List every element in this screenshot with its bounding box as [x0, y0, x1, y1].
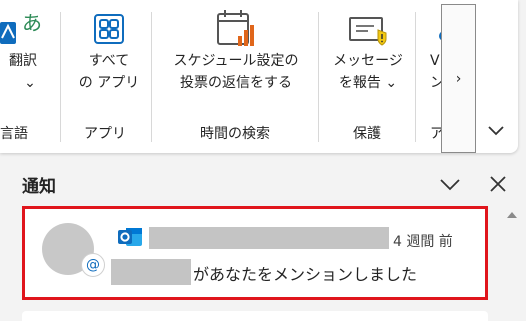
redacted-name [111, 259, 191, 285]
all-apps-label-2: の アプリ [78, 75, 140, 91]
chevron-right-icon: › [455, 70, 462, 87]
notification-card-next[interactable] [22, 311, 488, 321]
svg-text:あ: あ [22, 11, 42, 35]
pane-close-button[interactable] [486, 172, 510, 196]
scheduling-poll-button[interactable]: スケジュール設定の 投票の返信をする [162, 8, 310, 94]
report-message-button[interactable]: メッセージ を報告 ⌄ [327, 8, 409, 94]
apps-grid-icon [94, 14, 124, 44]
outlook-icon [118, 228, 142, 246]
ribbon-group-language: あ 翻訳 ⌄ 言語 [0, 0, 60, 153]
redacted-sender [149, 227, 389, 249]
scroll-up-arrow-icon[interactable] [507, 212, 517, 218]
ribbon-collapse-button[interactable] [484, 118, 508, 142]
report-message-label-1: メッセージ [333, 53, 403, 69]
ribbon: あ 翻訳 ⌄ 言語 すべて の アプリ アプリ スケジュール設定の 投票の返信を… [0, 0, 518, 153]
group-label-protection: 保護 [353, 126, 381, 142]
report-message-label-2: を報告 ⌄ [338, 75, 398, 91]
mention-icon: @ [81, 253, 105, 277]
scheduling-poll-label-1: スケジュール設定の [173, 53, 299, 69]
ribbon-scroll-right-button[interactable]: › [441, 4, 476, 153]
calendar-chart-icon [217, 10, 254, 46]
group-label-language: 言語 [0, 126, 28, 142]
all-apps-label-1: すべて [88, 53, 130, 69]
group-label-time-search: 時間の検索 [200, 126, 270, 142]
chevron-down-icon [488, 126, 504, 136]
ribbon-group-partial: V ン ア [416, 0, 442, 153]
ribbon-group-apps: すべて の アプリ アプリ [61, 0, 151, 153]
group-label-apps: アプリ [84, 126, 126, 142]
translate-icon: あ [0, 11, 42, 44]
notification-time: 4 週間 前 [393, 234, 453, 250]
close-icon [490, 176, 506, 192]
chevron-down-icon [440, 179, 460, 191]
ribbon-group-protection: メッセージ を報告 ⌄ 保護 [319, 0, 415, 153]
report-message-icon [349, 17, 387, 46]
all-apps-button[interactable]: すべて の アプリ [69, 8, 149, 94]
scheduling-poll-label-2: 投票の返信をする [180, 75, 292, 91]
notification-message: があなたをメンションしました [193, 265, 418, 284]
pane-title: 通知 [22, 177, 56, 197]
translate-label-2: ⌄ [24, 75, 36, 91]
pane-collapse-button[interactable] [438, 172, 462, 196]
translate-button[interactable]: あ 翻訳 ⌄ [0, 8, 46, 94]
ribbon-group-time-search: スケジュール設定の 投票の返信をする 時間の検索 [152, 0, 318, 153]
translate-label-1: 翻訳 [9, 53, 37, 69]
notification-card[interactable]: @ 4 週間 前 があなたをメンションしました [22, 206, 488, 300]
